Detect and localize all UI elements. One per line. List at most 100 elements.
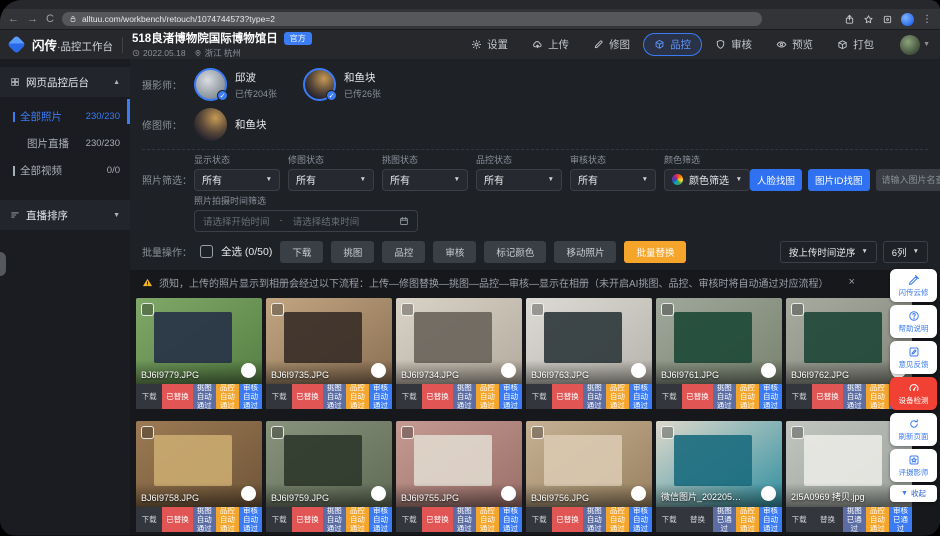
photo-action-button[interactable]: 下载: [396, 384, 422, 409]
tab-package[interactable]: 打包: [826, 33, 885, 56]
tab-gear[interactable]: 设置: [460, 33, 519, 56]
photo-action-button[interactable]: 品控自动通过: [606, 507, 629, 532]
photo-action-button[interactable]: 挑图已通过: [843, 507, 866, 532]
photo-action-button[interactable]: 品控自动通过: [866, 507, 889, 532]
float-caret-down-button[interactable]: ▼收起: [890, 485, 937, 502]
photo-action-button[interactable]: 下载: [136, 507, 162, 532]
photo-action-button[interactable]: 审核自动通过: [759, 384, 782, 409]
photographer-item[interactable]: ✓ 和鱼块已传26张: [303, 68, 381, 101]
browser-profile-avatar[interactable]: [901, 13, 914, 26]
photo-action-button[interactable]: 替换: [682, 507, 712, 532]
photo-select-circle[interactable]: [761, 486, 776, 501]
photo-checkbox[interactable]: [271, 303, 284, 316]
float-gauge-button[interactable]: 设备检测: [890, 377, 937, 410]
photo-action-button[interactable]: 审核自动通过: [239, 507, 262, 532]
filter-select[interactable]: 所有▼: [194, 169, 280, 191]
photo-thumbnail[interactable]: BJ6I9755.JPG: [396, 421, 522, 507]
photo-checkbox[interactable]: [791, 426, 804, 439]
filter-select[interactable]: 所有▼: [570, 169, 656, 191]
filter-select[interactable]: 所有▼: [288, 169, 374, 191]
address-bar[interactable]: alltuu.com/workbench/retouch/1074744573?…: [62, 12, 762, 26]
photo-action-button[interactable]: 品控自动通过: [216, 507, 239, 532]
sidebar-panel-header[interactable]: 网页品控后台 ▲: [0, 67, 130, 97]
float-tools-button[interactable]: 闪传云修: [890, 269, 937, 302]
photo-select-circle[interactable]: [371, 363, 386, 378]
filter-select[interactable]: 所有▼: [382, 169, 468, 191]
photo-action-button[interactable]: 品控自动通过: [346, 507, 369, 532]
photo-action-button[interactable]: 审核自动通过: [629, 384, 652, 409]
float-feedback-button[interactable]: 意见反馈: [890, 341, 937, 374]
photo-checkbox[interactable]: [271, 426, 284, 439]
photo-action-button[interactable]: 已替换: [552, 384, 582, 409]
photo-action-button[interactable]: 审核已通过: [889, 507, 912, 532]
photo-action-button[interactable]: 品控自动通过: [866, 384, 889, 409]
tab-cube[interactable]: 品控: [643, 33, 702, 56]
photo-action-button[interactable]: 品控自动通过: [736, 507, 759, 532]
photo-checkbox[interactable]: [401, 303, 414, 316]
photo-action-button[interactable]: 已替换: [682, 384, 712, 409]
float-help-button[interactable]: 帮助说明: [890, 305, 937, 338]
photo-action-button[interactable]: 审核自动通过: [499, 507, 522, 532]
share-icon[interactable]: [844, 14, 855, 25]
photo-action-button[interactable]: 下载: [266, 507, 292, 532]
photo-action-button[interactable]: 已替换: [552, 507, 582, 532]
batch-action-button[interactable]: 下载: [280, 241, 323, 263]
batch-action-button[interactable]: 移动照片: [554, 241, 616, 263]
sidebar-item[interactable]: 全部视频0/0: [0, 157, 130, 184]
photo-action-button[interactable]: 审核自动通过: [759, 507, 782, 532]
float-refresh-button[interactable]: 刷新页面: [890, 413, 937, 446]
photo-select-circle[interactable]: [371, 486, 386, 501]
photo-action-button[interactable]: 审核自动通过: [629, 507, 652, 532]
photo-action-button[interactable]: 挑图自动通过: [453, 384, 476, 409]
photo-checkbox[interactable]: [661, 426, 674, 439]
retoucher-item[interactable]: 和鱼块: [194, 108, 267, 141]
photo-thumbnail[interactable]: BJ6I9759.JPG: [266, 421, 392, 507]
extensions-icon[interactable]: [882, 14, 893, 25]
photo-thumbnail[interactable]: 微信图片_202205…: [656, 421, 782, 507]
photo-checkbox[interactable]: [141, 426, 154, 439]
photo-action-button[interactable]: 品控自动通过: [476, 384, 499, 409]
photo-action-button[interactable]: 挑图自动通过: [583, 507, 606, 532]
photo-action-button[interactable]: 下载: [396, 507, 422, 532]
batch-action-button[interactable]: 挑图: [331, 241, 374, 263]
photo-checkbox[interactable]: [401, 426, 414, 439]
float-rate-button[interactable]: 评摄影师: [890, 449, 937, 482]
tab-pen[interactable]: 修图: [582, 33, 641, 56]
photo-thumbnail[interactable]: BJ6I9734.JPG: [396, 298, 522, 384]
photo-action-button[interactable]: 已替换: [162, 384, 192, 409]
back-icon[interactable]: ←: [8, 14, 19, 25]
photo-action-button[interactable]: 品控自动通过: [736, 384, 759, 409]
batch-replace-button[interactable]: 批量替换: [624, 241, 686, 263]
photo-action-button[interactable]: 审核自动通过: [369, 384, 392, 409]
photo-select-circle[interactable]: [241, 486, 256, 501]
photo-action-button[interactable]: 品控自动通过: [346, 384, 369, 409]
id-search-button[interactable]: 图片ID找图: [808, 169, 870, 191]
batch-action-button[interactable]: 审核: [433, 241, 476, 263]
photo-checkbox[interactable]: [531, 303, 544, 316]
photo-checkbox[interactable]: [791, 303, 804, 316]
photo-thumbnail[interactable]: BJ6I9758.JPG: [136, 421, 262, 507]
batch-action-button[interactable]: 标记颜色: [484, 241, 546, 263]
tab-shield[interactable]: 审核: [704, 33, 763, 56]
user-menu[interactable]: ▼: [900, 35, 930, 55]
sidebar-item[interactable]: 全部照片230/230: [0, 103, 130, 130]
photo-action-button[interactable]: 已替换: [162, 507, 192, 532]
sidebar-item[interactable]: 图片直播230/230: [0, 130, 130, 157]
photo-action-button[interactable]: 审核自动通过: [369, 507, 392, 532]
photo-action-button[interactable]: 下载: [786, 384, 812, 409]
photo-action-button[interactable]: 已替换: [422, 507, 452, 532]
photo-thumbnail[interactable]: BJ6I9756.JPG: [526, 421, 652, 507]
sidebar-sort-header[interactable]: 直播排序 ▼: [0, 200, 130, 230]
photo-action-button[interactable]: 已替换: [292, 507, 322, 532]
tab-eye[interactable]: 预览: [765, 33, 824, 56]
photo-checkbox[interactable]: [141, 303, 154, 316]
photo-action-button[interactable]: 挑图自动通过: [843, 384, 866, 409]
photo-action-button[interactable]: 挑图自动通过: [323, 507, 346, 532]
side-panel-handle[interactable]: [0, 252, 6, 276]
photo-action-button[interactable]: 挑图自动通过: [713, 384, 736, 409]
columns-select[interactable]: 6列▼: [883, 241, 928, 263]
tab-cloud-upload[interactable]: 上传: [521, 33, 580, 56]
batch-action-button[interactable]: 品控: [382, 241, 425, 263]
photo-select-circle[interactable]: [241, 363, 256, 378]
filter-select[interactable]: 颜色筛选▼: [664, 169, 750, 191]
